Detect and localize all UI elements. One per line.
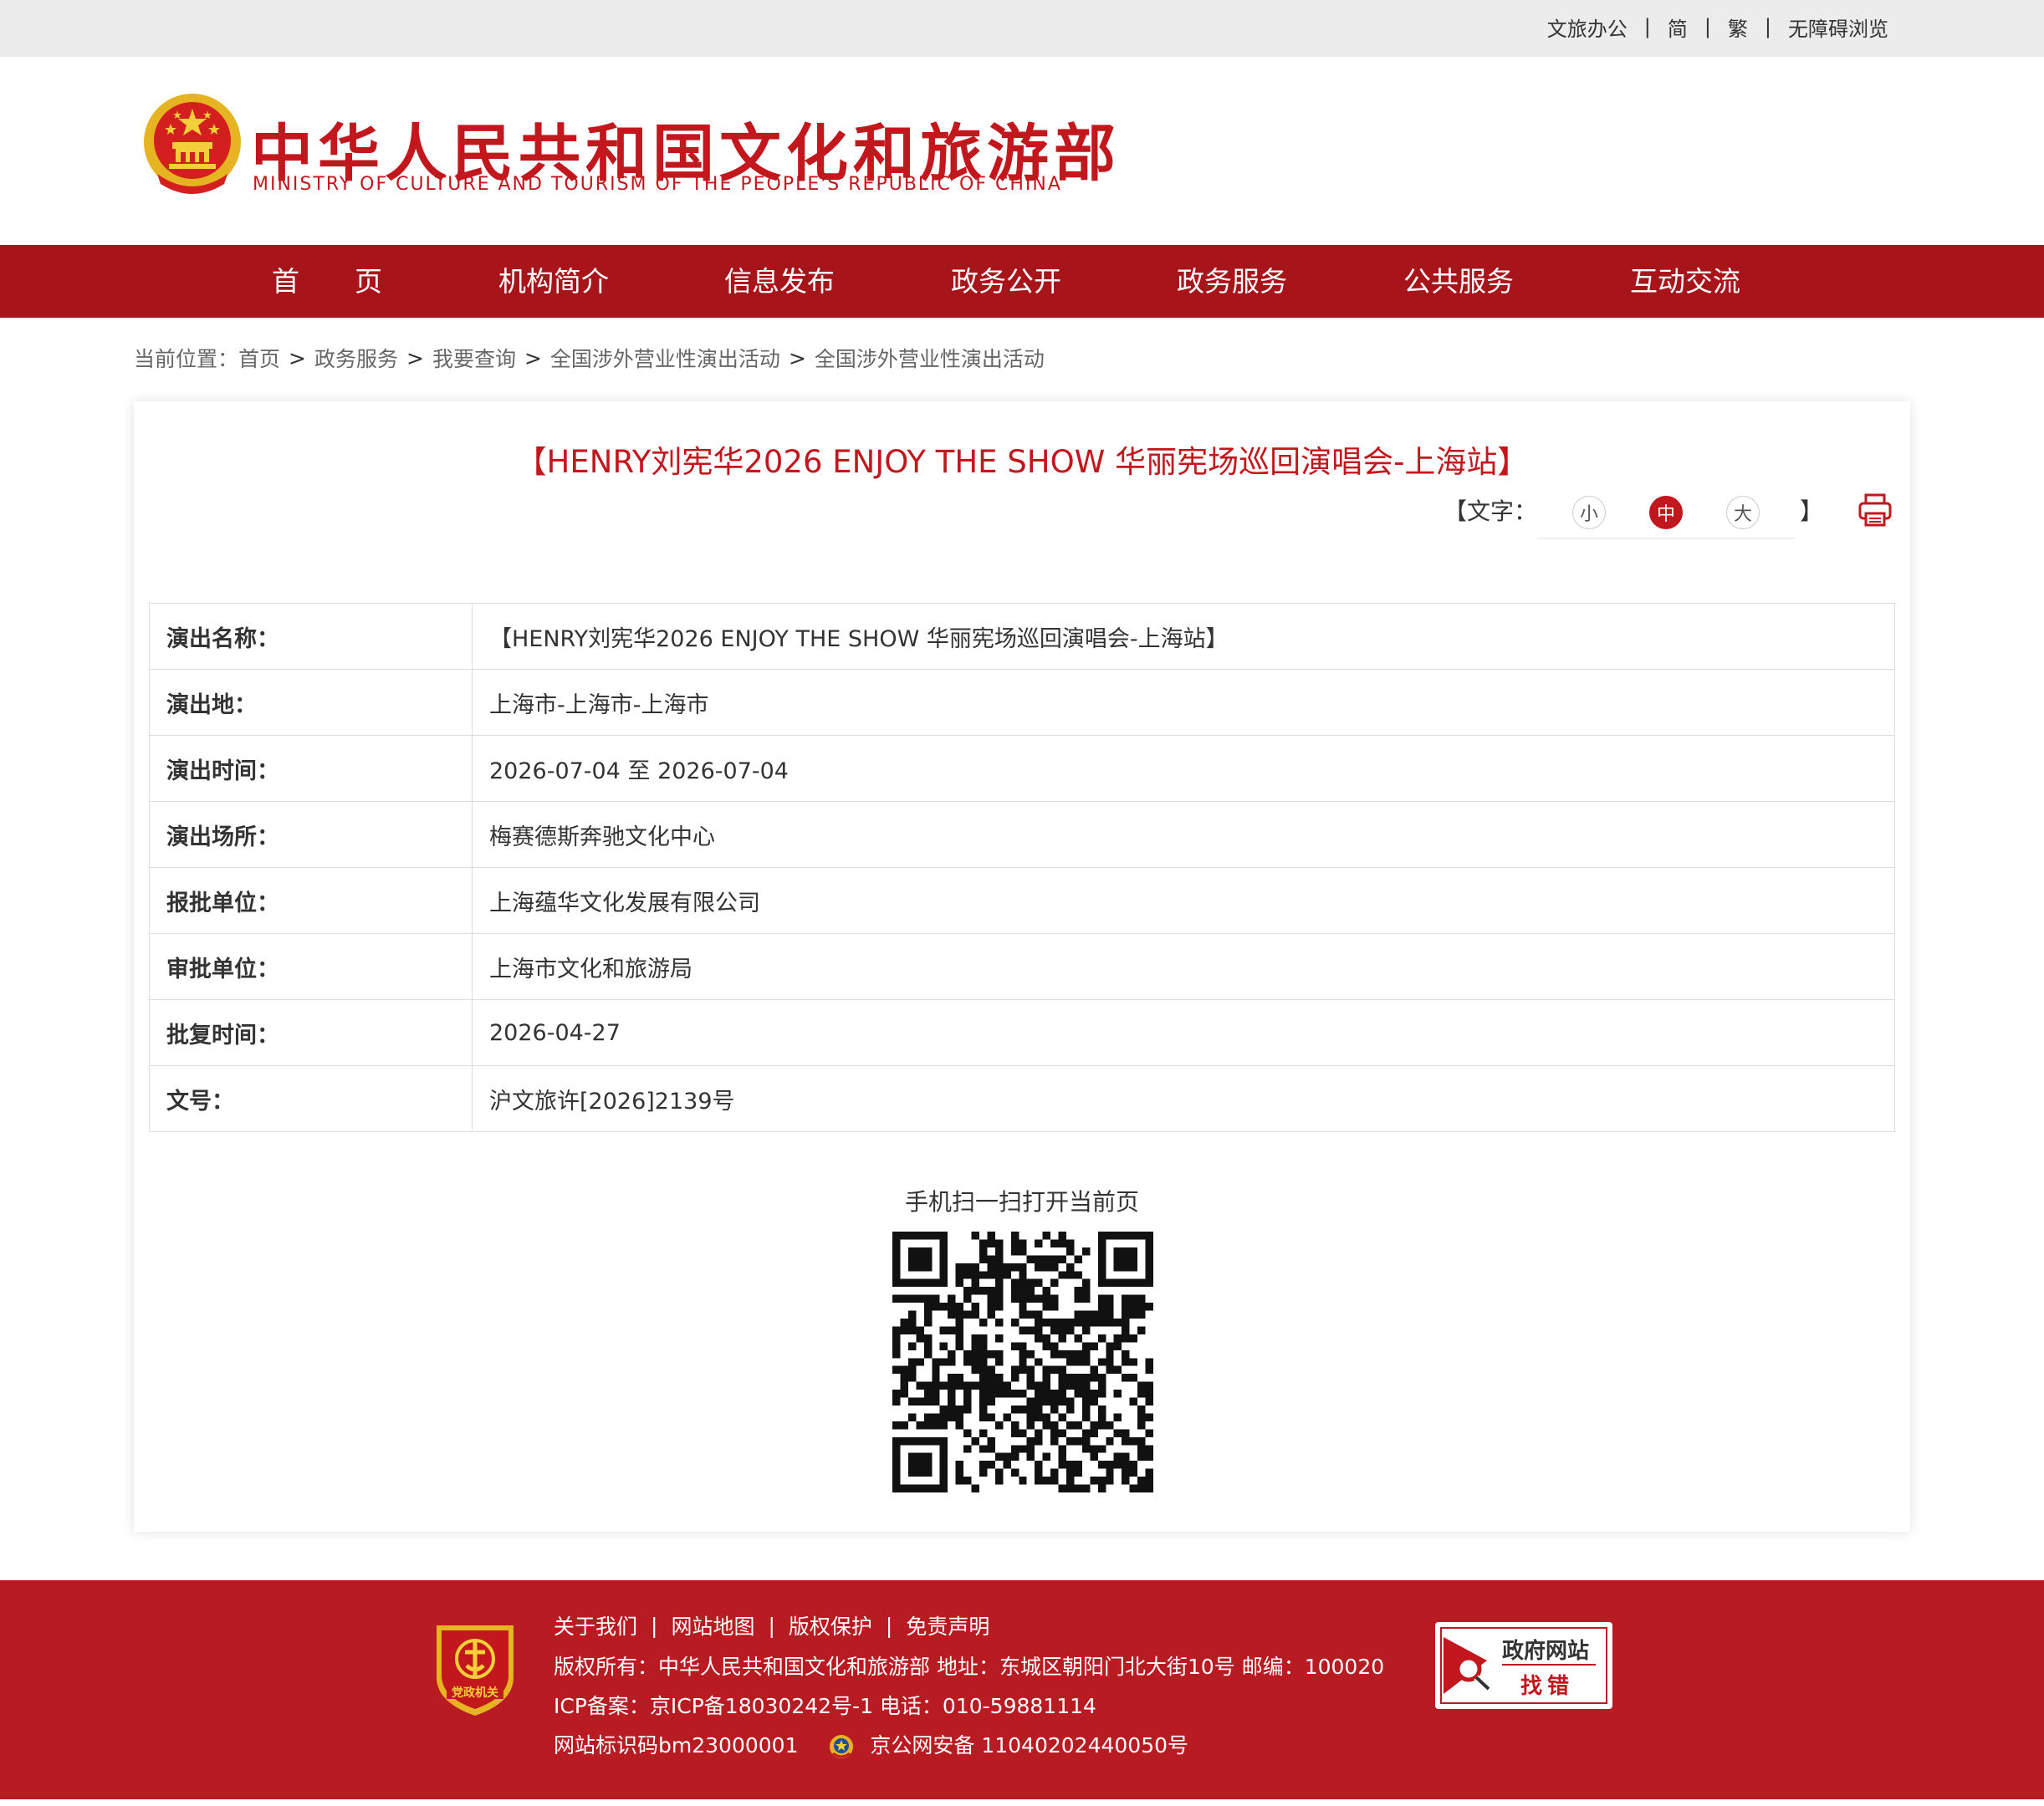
find-error-line1: 政府网站 — [1502, 1639, 1590, 1664]
font-size-close-bracket: 】 — [1799, 497, 1823, 525]
detail-value-applicant: 上海蕴华文化发展有限公司 — [472, 867, 1895, 934]
sitemap-link[interactable]: 网站地图 — [671, 1610, 754, 1640]
separator: | — [768, 1613, 775, 1638]
content-card: 【HENRY刘宪华2026 ENJOY THE SHOW 华丽宪场巡回演唱会-上… — [134, 401, 1910, 1532]
top-utility-bar: 文旅办公 | 简 | 繁 | 无障碍浏览 — [0, 0, 2044, 57]
nav-item-government-affairs[interactable]: 政务公开 — [951, 245, 1061, 318]
detail-label-applicant: 报批单位： — [149, 867, 473, 934]
detail-label-time: 演出时间： — [149, 735, 473, 802]
utility-links: 文旅办公 | 简 | 繁 | 无障碍浏览 — [1547, 0, 1888, 54]
detail-label-name: 演出名称： — [149, 603, 473, 670]
detail-label-location: 演出地： — [149, 669, 473, 736]
breadcrumb-item-category[interactable]: 全国涉外营业性演出活动 — [550, 343, 780, 373]
detail-value-approval-date: 2026-04-27 — [472, 999, 1895, 1066]
footer-links: 关于我们 | 网站地图 | 版权保护 | 免责声明 — [554, 1610, 989, 1640]
breadcrumb-item-current[interactable]: 全国涉外营业性演出活动 — [815, 343, 1045, 373]
site-subtitle: MINISTRY OF CULTURE AND TOURISM OF THE P… — [253, 174, 1062, 195]
police-registration-text[interactable]: 京公网安备 11040202440050号 — [870, 1733, 1188, 1758]
table-row: 演出地： 上海市-上海市-上海市 — [149, 669, 1895, 736]
table-row: 批复时间： 2026-04-27 — [149, 999, 1895, 1066]
police-emblem-icon — [830, 1735, 854, 1758]
office-link[interactable]: 文旅办公 — [1547, 13, 1628, 42]
detail-label-approver: 审批单位： — [149, 933, 473, 1000]
table-row: 演出时间： 2026-07-04 至 2026-07-04 — [149, 735, 1895, 802]
nav-item-news[interactable]: 信息发布 — [724, 245, 835, 318]
simplified-chinese-link[interactable]: 简 — [1668, 13, 1688, 42]
separator: | — [885, 1613, 893, 1638]
breadcrumb-arrow: > — [788, 345, 806, 370]
detail-value-location: 上海市-上海市-上海市 — [472, 669, 1895, 736]
detail-label-document-number: 文号： — [149, 1065, 473, 1132]
disclaimer-link[interactable]: 免责声明 — [906, 1610, 989, 1640]
separator: | — [1643, 15, 1651, 38]
performance-details-table: 演出名称： 【HENRY刘宪华2026 ENJOY THE SHOW 华丽宪场巡… — [149, 603, 1895, 1132]
detail-label-approval-date: 批复时间： — [149, 999, 473, 1066]
breadcrumb-item-services[interactable]: 政务服务 — [314, 343, 398, 373]
separator: | — [1704, 15, 1711, 38]
font-size-options: 小 中 大 — [1536, 496, 1795, 539]
site-header: 中华人民共和国文化和旅游部 MINISTRY OF CULTURE AND TO… — [0, 57, 2044, 245]
font-size-control: 【文字： 小 中 大 】 — [1443, 485, 1893, 539]
accessibility-link[interactable]: 无障碍浏览 — [1788, 13, 1888, 42]
nav-item-home[interactable]: 首 页 — [272, 245, 382, 318]
party-government-badge-icon[interactable]: 党政机关 — [432, 1619, 519, 1719]
about-us-link[interactable]: 关于我们 — [554, 1610, 637, 1640]
find-error-button[interactable]: 政府网站 找错 — [1435, 1622, 1612, 1709]
breadcrumb: 当前位置： 首页 > 政务服务 > 我要查询 > 全国涉外营业性演出活动 > 全… — [134, 343, 1045, 373]
table-row: 文号： 沪文旅许[2026]2139号 — [149, 1065, 1895, 1132]
copyright-protection-link[interactable]: 版权保护 — [789, 1610, 872, 1640]
breadcrumb-prefix: 当前位置： — [134, 347, 239, 371]
icp-text[interactable]: ICP备案：京ICP备18030242号-1 电话：010-59881114 — [554, 1690, 1096, 1720]
detail-value-name: 【HENRY刘宪华2026 ENJOY THE SHOW 华丽宪场巡回演唱会-上… — [472, 603, 1895, 670]
separator: | — [651, 1613, 658, 1638]
detail-value-document-number: 沪文旅许[2026]2139号 — [472, 1065, 1895, 1132]
badge-text: 党政机关 — [452, 1686, 498, 1700]
national-emblem-icon[interactable] — [141, 90, 245, 199]
table-row: 报批单位： 上海蕴华文化发展有限公司 — [149, 867, 1895, 934]
site-code-text: 网站标识码bm23000001 — [554, 1733, 799, 1758]
copyright-text: 版权所有：中华人民共和国文化和旅游部 地址：东城区朝阳门北大街10号 邮编：10… — [554, 1655, 1385, 1679]
footer-registration-line: 网站标识码bm23000001 京公网安备 11040202440050号 — [554, 1729, 1188, 1760]
font-size-label: 【文字： — [1443, 497, 1537, 525]
nav-item-interaction[interactable]: 互动交流 — [1630, 245, 1740, 318]
table-row: 审批单位： 上海市文化和旅游局 — [149, 933, 1895, 1000]
detail-label-venue: 演出场所： — [149, 801, 473, 868]
breadcrumb-arrow: > — [524, 345, 542, 370]
table-row: 演出场所： 梅赛德斯奔驰文化中心 — [149, 801, 1895, 868]
magnifier-icon — [1444, 1637, 1491, 1694]
main-nav: 首 页 机构简介 信息发布 政务公开 政务服务 公共服务 互动交流 — [0, 245, 2044, 318]
separator: | — [1764, 15, 1771, 38]
print-icon[interactable] — [1857, 492, 1893, 528]
site-footer: 党政机关 关于我们 | 网站地图 | 版权保护 | 免责声明 版权所有：中华人民… — [0, 1580, 2044, 1799]
font-size-large-button[interactable]: 大 — [1725, 496, 1760, 529]
font-size-medium-button[interactable]: 中 — [1648, 496, 1683, 529]
table-row: 演出名称： 【HENRY刘宪华2026 ENJOY THE SHOW 华丽宪场巡… — [149, 603, 1895, 670]
font-size-small-button[interactable]: 小 — [1571, 496, 1606, 529]
detail-value-time: 2026-07-04 至 2026-07-04 — [472, 735, 1895, 802]
breadcrumb-arrow: > — [406, 345, 424, 370]
detail-value-approver: 上海市文化和旅游局 — [472, 933, 1895, 1000]
breadcrumb-item-query[interactable]: 我要查询 — [432, 343, 516, 373]
qr-caption: 手机扫一扫打开当前页 — [904, 1188, 1139, 1216]
nav-item-government-services[interactable]: 政务服务 — [1177, 245, 1287, 318]
nav-item-about[interactable]: 机构简介 — [498, 245, 609, 318]
find-error-line2: 找错 — [1520, 1674, 1575, 1699]
nav-item-public-services[interactable]: 公共服务 — [1403, 245, 1514, 318]
detail-value-venue: 梅赛德斯奔驰文化中心 — [472, 801, 1895, 868]
qr-code-icon — [892, 1232, 1153, 1492]
breadcrumb-arrow: > — [289, 345, 306, 370]
traditional-chinese-link[interactable]: 繁 — [1728, 13, 1748, 42]
breadcrumb-item-home[interactable]: 首页 — [238, 343, 280, 373]
article-title: 【HENRY刘宪华2026 ENJOY THE SHOW 华丽宪场巡回演唱会-上… — [515, 444, 1529, 480]
